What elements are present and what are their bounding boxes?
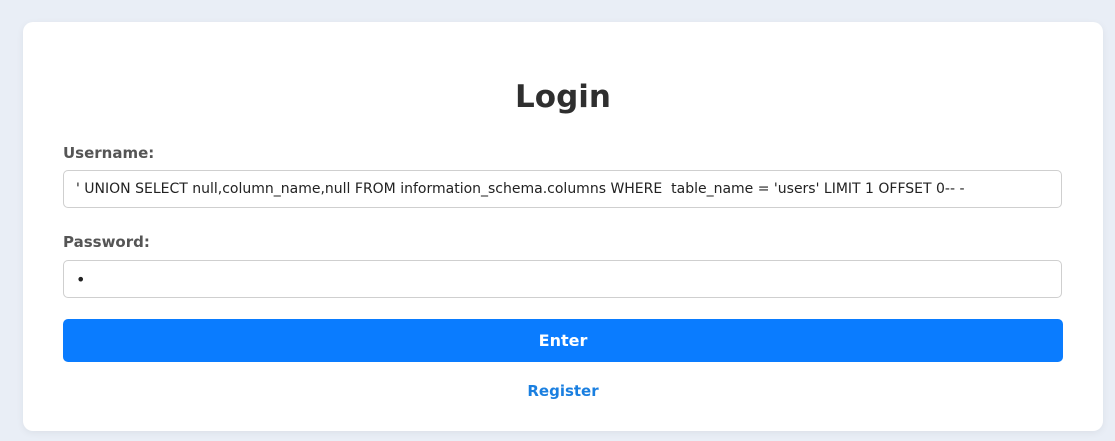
username-label: Username: bbox=[63, 144, 155, 162]
password-input[interactable] bbox=[63, 260, 1062, 298]
password-label: Password: bbox=[63, 233, 150, 251]
register-link[interactable]: Register bbox=[23, 382, 1103, 400]
username-input[interactable] bbox=[63, 170, 1062, 208]
page-title: Login bbox=[515, 79, 611, 115]
login-card: Login Username: Password: Enter Register bbox=[23, 22, 1103, 431]
enter-button[interactable]: Enter bbox=[63, 319, 1063, 362]
